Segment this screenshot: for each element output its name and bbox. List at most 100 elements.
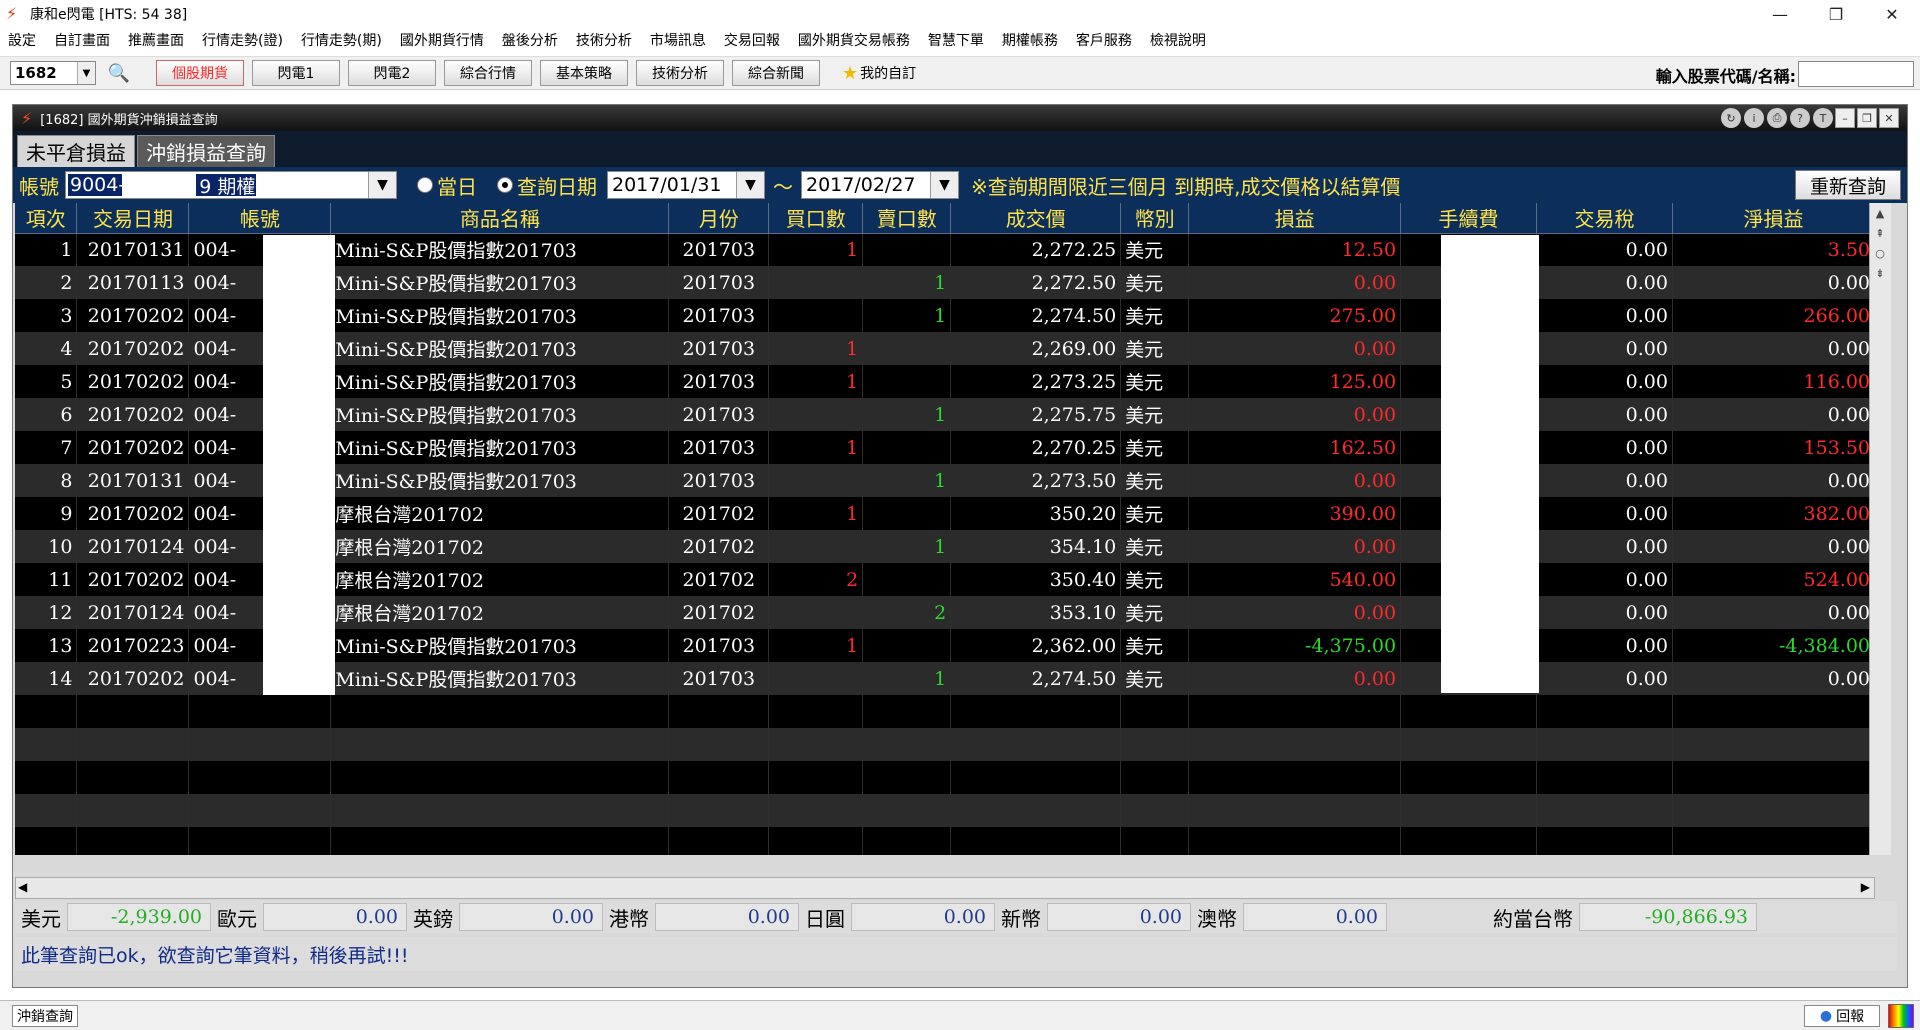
menu-item[interactable]: 交易回報 <box>724 30 780 50</box>
column-header[interactable]: 交易日期 <box>76 203 190 234</box>
menu-item[interactable]: 設定 <box>8 30 36 50</box>
scroll-left-icon[interactable]: ◀ <box>18 880 27 894</box>
menu-item[interactable]: 市場訊息 <box>650 30 706 50</box>
requery-button[interactable]: 重新查詢 <box>1795 170 1901 200</box>
cell-net: 0.00 <box>1672 464 1875 497</box>
search-icon[interactable]: 🔍 <box>104 60 134 86</box>
column-header[interactable]: 商品名稱 <box>330 203 670 234</box>
menu-item[interactable]: 檢視說明 <box>1150 30 1206 50</box>
color-palette-icon[interactable] <box>1888 1004 1914 1028</box>
cell-no: 14 <box>15 662 78 695</box>
toolbar-button[interactable]: 閃電1 <box>252 60 340 86</box>
tab-offset-pl-query[interactable]: 沖銷損益查詢 <box>137 135 275 167</box>
toolbar-button[interactable]: 綜合新聞 <box>732 60 820 86</box>
minimize-button[interactable]: — <box>1752 0 1808 28</box>
window-title: 康和e閃電 [HTS: 54 38] <box>30 7 188 23</box>
cell-cur: 美元 <box>1120 233 1190 266</box>
chevron-down-icon[interactable]: ▼ <box>736 172 764 198</box>
empty-cell <box>668 827 770 855</box>
scroll-page-down-icon[interactable]: ⇟ <box>1870 263 1890 283</box>
stock-code-select[interactable]: 1682 ▼ <box>10 61 96 85</box>
menu-item[interactable]: 國外期貨行情 <box>400 30 484 50</box>
column-header[interactable]: 項次 <box>15 203 78 234</box>
column-header[interactable]: 賣口數 <box>862 203 952 234</box>
restore-button[interactable]: ❐ <box>1808 0 1864 28</box>
report-button[interactable]: ● 回報 <box>1804 1005 1880 1027</box>
toolbar-button[interactable]: 閃電2 <box>348 60 436 86</box>
currency-total: 0.00 <box>1047 903 1191 931</box>
chevron-down-icon[interactable]: ▼ <box>930 172 958 198</box>
font-icon[interactable]: T <box>1813 108 1833 128</box>
empty-cell <box>15 827 78 855</box>
scroll-home-icon[interactable]: ○ <box>1870 243 1890 263</box>
scroll-page-up-icon[interactable]: ⇞ <box>1870 223 1890 243</box>
radio-selected-icon[interactable] <box>497 177 513 193</box>
scroll-right-icon[interactable]: ▶ <box>1861 880 1870 894</box>
toolbar-button[interactable]: 技術分析 <box>636 60 724 86</box>
menu-item[interactable]: 盤後分析 <box>502 30 558 50</box>
column-header[interactable]: 淨損益 <box>1672 203 1875 234</box>
date-to-picker[interactable]: 2017/02/27 ▼ <box>801 171 959 199</box>
scroll-top-icon[interactable]: ▲ <box>1870 203 1890 223</box>
menu-item[interactable]: 智慧下單 <box>928 30 984 50</box>
toolbar-button[interactable]: 個股期貨 <box>156 60 244 86</box>
lightning-icon: ⚡ <box>21 108 33 128</box>
cell-cur: 美元 <box>1120 431 1190 464</box>
menu-item[interactable]: 推薦畫面 <box>128 30 184 50</box>
maximize-icon[interactable]: ❐ <box>1857 108 1877 128</box>
column-header[interactable]: 帳號 <box>188 203 332 234</box>
taskbar-tab[interactable]: 沖銷查詢 <box>12 1005 78 1027</box>
horizontal-scrollbar[interactable]: ◀ ▶ <box>15 877 1875 899</box>
toolbar-button[interactable]: 基本策略 <box>540 60 628 86</box>
menu-item[interactable]: 客戶服務 <box>1076 30 1132 50</box>
cell-sell: 1 <box>862 464 952 497</box>
column-header[interactable]: 成交價 <box>950 203 1122 234</box>
column-header[interactable]: 交易稅 <box>1536 203 1673 234</box>
menu-item[interactable]: 自訂畫面 <box>54 30 110 50</box>
cell-sell: 2 <box>862 596 952 629</box>
minimize-icon[interactable]: – <box>1835 108 1855 128</box>
date-from-picker[interactable]: 2017/01/31 ▼ <box>607 171 765 199</box>
account-select[interactable]: 9004- 9 期權 ▼ <box>65 171 397 199</box>
cell-pl: 0.00 <box>1188 596 1402 629</box>
redaction-mask <box>122 174 196 196</box>
radio-query-date[interactable]: 查詢日期 <box>497 171 597 200</box>
column-header[interactable]: 幣別 <box>1120 203 1190 234</box>
radio-today[interactable]: 當日 <box>417 171 477 200</box>
cell-no: 4 <box>15 332 78 365</box>
column-header[interactable]: 手續費 <box>1400 203 1537 234</box>
menu-item[interactable]: 期權帳務 <box>1002 30 1058 50</box>
star-icon: ★ <box>842 62 859 84</box>
column-header[interactable]: 損益 <box>1188 203 1402 234</box>
cell-buy <box>768 299 864 332</box>
chevron-down-icon[interactable]: ▼ <box>368 172 396 198</box>
vertical-scrollbar[interactable]: ▲ ⇞ ○ ⇟ <box>1869 203 1891 855</box>
info-icon[interactable]: i <box>1744 108 1764 128</box>
refresh-icon[interactable]: ↻ <box>1721 108 1741 128</box>
menu-item[interactable]: 行情走勢(期) <box>301 30 382 50</box>
stock-input[interactable] <box>1798 61 1914 87</box>
close-button[interactable]: ✕ <box>1864 0 1920 28</box>
print-icon[interactable]: ⎙ <box>1767 108 1787 128</box>
cell-sell: 1 <box>862 530 952 563</box>
empty-cell <box>76 761 190 794</box>
cell-product: Mini-S&P股價指數201703 <box>330 629 670 662</box>
toolbar-button[interactable]: 綜合行情 <box>444 60 532 86</box>
column-header[interactable]: 買口數 <box>768 203 864 234</box>
close-icon[interactable]: ✕ <box>1879 108 1899 128</box>
radio-icon[interactable] <box>417 177 433 193</box>
menu-item[interactable]: 國外期貨交易帳務 <box>798 30 910 50</box>
chevron-down-icon[interactable]: ▼ <box>77 62 95 84</box>
cell-pl: 0.00 <box>1188 332 1402 365</box>
help-icon[interactable]: ? <box>1790 108 1810 128</box>
menu-item[interactable]: 技術分析 <box>576 30 632 50</box>
favorites-button[interactable]: ★ 我的自訂 <box>842 63 916 84</box>
cell-month: 201703 <box>668 299 770 332</box>
tab-open-position-pl[interactable]: 未平倉損益 <box>17 135 135 167</box>
cell-cur: 美元 <box>1120 299 1190 332</box>
cell-product: Mini-S&P股價指數201703 <box>330 662 670 695</box>
empty-cell <box>862 794 952 827</box>
menu-item[interactable]: 行情走勢(證) <box>202 30 283 50</box>
column-header[interactable]: 月份 <box>668 203 770 234</box>
cell-cur: 美元 <box>1120 266 1190 299</box>
